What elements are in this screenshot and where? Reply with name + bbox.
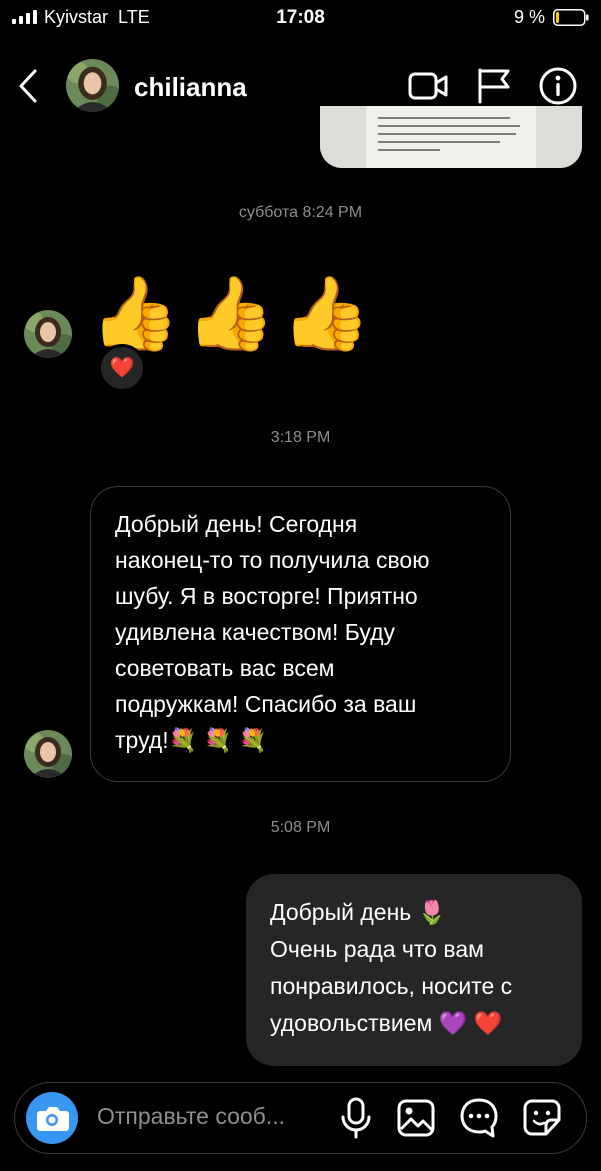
message-line: советовать вас всем: [115, 655, 335, 681]
username[interactable]: chilianna: [134, 72, 247, 103]
message-line: удивлена качеством! Буду: [115, 619, 396, 645]
message-line: шубу. Я в восторге! Приятно: [115, 583, 418, 609]
battery-icon: [553, 9, 589, 26]
video-call-icon[interactable]: [408, 66, 448, 106]
receipt-photo: [320, 106, 582, 168]
reaction-badge[interactable]: ❤️: [98, 344, 146, 392]
message-line: Добрый день 🌷: [270, 899, 447, 925]
message-line: труд!💐 💐 💐: [115, 727, 268, 753]
clock: 17:08: [276, 7, 325, 28]
message-line: подружкам! Спасибо за ваш: [115, 691, 417, 717]
message-line: Очень рада что вам: [270, 936, 484, 962]
message-line: Добрый день! Сегодня: [115, 511, 358, 537]
info-icon[interactable]: [538, 66, 578, 106]
camera-button[interactable]: [26, 1092, 78, 1144]
back-chevron-icon[interactable]: [16, 68, 42, 104]
timestamp: 5:08 PM: [270, 819, 331, 836]
camera-icon: [37, 1107, 69, 1131]
avatar[interactable]: [66, 59, 119, 112]
avatar-photo: [24, 310, 72, 358]
flag-icon[interactable]: [474, 66, 514, 106]
message-line: наконец-то то получила свою: [115, 547, 430, 573]
message-line: удовольствием 💜 ❤️: [270, 1010, 503, 1036]
sticker-icon[interactable]: [522, 1096, 562, 1140]
timestamp: суббота 8:24 PM: [238, 204, 363, 221]
sender-avatar[interactable]: [24, 730, 72, 778]
sender-avatar[interactable]: [24, 310, 72, 358]
avatar-photo: [66, 59, 119, 112]
avatar-photo: [24, 730, 72, 778]
outgoing-message[interactable]: Добрый день 🌷 Очень рада что вам понрави…: [246, 874, 582, 1066]
incoming-message[interactable]: Добрый день! Сегодня наконец-то то получ…: [90, 486, 511, 782]
gallery-icon[interactable]: [396, 1096, 436, 1140]
battery-percent: 9 %: [514, 7, 546, 27]
microphone-icon[interactable]: [336, 1096, 376, 1140]
message-input[interactable]: Отправьте сооб...: [97, 1103, 285, 1130]
status-bar: Kyivstar LTE 17:08 9 %: [0, 0, 601, 40]
timestamp: 3:18 PM: [270, 429, 331, 446]
image-message[interactable]: [320, 106, 582, 168]
message-line: понравилось, носите с: [270, 973, 513, 999]
chat-bubble-icon[interactable]: [459, 1096, 499, 1140]
